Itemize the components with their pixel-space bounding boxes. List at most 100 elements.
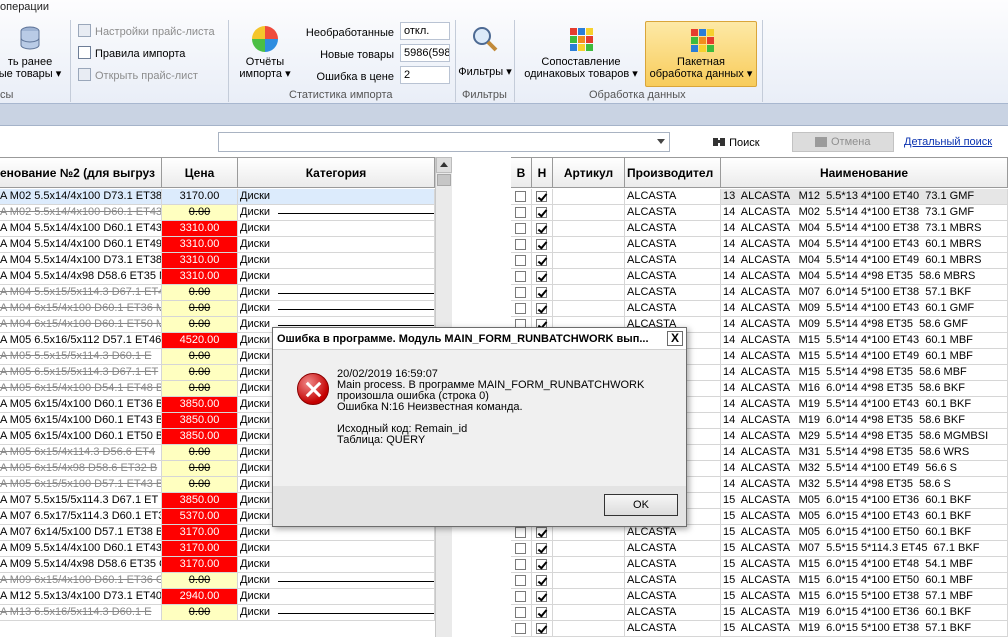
v-checkbox[interactable] [515,607,526,618]
price-cell[interactable]: 3850.00 [162,493,238,509]
product-name-cell[interactable]: 14 ALCASTA M09 5.5*14 4*98 ET35 58.6 GMF [721,317,1008,333]
product-name-cell[interactable]: A M05 5.5x15/5x114.3 D60.1 E [0,349,162,365]
product-name-cell[interactable]: 14 ALCASTA M07 6.0*14 5*100 ET38 57.1 BK… [721,285,1008,301]
product-name-cell[interactable]: A M02 5.5x14/4x100 D73.1 ET38 [0,189,162,205]
n-checkbox[interactable] [536,287,547,298]
manufacturer-cell[interactable]: ALCASTA [625,269,721,285]
v-checkbox[interactable] [515,303,526,314]
table-row[interactable]: ALCASTA 15 ALCASTA M05 6.0*15 4*100 ET50 … [511,525,1008,541]
article-cell[interactable] [553,621,625,637]
category-cell[interactable]: Диски [238,221,435,237]
v-checkbox[interactable] [515,527,526,538]
detailed-search-link[interactable]: Детальный поиск [904,136,992,148]
article-cell[interactable] [553,301,625,317]
v-checkbox[interactable] [515,287,526,298]
import-reports-button[interactable]: Отчёты импорта ▾ [234,24,296,80]
product-name-cell[interactable]: A M02 5.5x14/4x100 D60.1 ET43 [0,205,162,221]
product-name-cell[interactable]: 14 ALCASTA M31 5.5*14 4*98 ET35 58.6 WRS [721,445,1008,461]
compare-goods-button[interactable]: Сопоставление одинаковых товаров ▾ [520,24,642,80]
price-cell[interactable]: 0.00 [162,381,238,397]
price-cell[interactable]: 0.00 [162,445,238,461]
category-cell[interactable]: Диски [238,269,435,285]
product-name-cell[interactable]: 15 ALCASTA M15 6.0*15 5*100 ET38 57.1 MB… [721,589,1008,605]
price-cell[interactable]: 3850.00 [162,397,238,413]
n-checkbox[interactable] [536,191,547,202]
column-header-v[interactable]: В [511,157,532,188]
manufacturer-cell[interactable]: ALCASTA [625,205,721,221]
v-checkbox[interactable] [515,223,526,234]
manufacturer-cell[interactable]: ALCASTA [625,253,721,269]
product-name-cell[interactable]: 14 ALCASTA M16 6.0*14 4*98 ET35 58.6 BKF [721,381,1008,397]
product-name-cell[interactable]: 15 ALCASTA M05 6.0*15 4*100 ET43 60.1 BK… [721,509,1008,525]
n-checkbox[interactable] [536,239,547,250]
price-cell[interactable]: 0.00 [162,205,238,221]
column-header-product-name[interactable]: Наименование [721,157,1008,188]
manufacturer-cell[interactable]: ALCASTA [625,621,721,637]
product-name-cell[interactable]: 14 ALCASTA M19 5.5*14 4*100 ET43 60.1 BK… [721,397,1008,413]
manufacturer-cell[interactable]: ALCASTA [625,557,721,573]
table-row[interactable]: ALCASTA 15 ALCASTA M19 6.0*15 4*100 ET36 … [511,605,1008,621]
category-cell[interactable]: Диски [238,205,435,221]
product-name-cell[interactable]: 15 ALCASTA M19 6.0*15 4*100 ET36 60.1 BK… [721,605,1008,621]
table-row[interactable]: ALCASTA 15 ALCASTA M19 6.0*15 5*100 ET38 … [511,621,1008,637]
table-row[interactable]: ALCASTA 15 ALCASTA M15 6.0*15 4*100 ET48 … [511,557,1008,573]
product-name-cell[interactable]: 15 ALCASTA M05 6.0*15 4*100 ET50 60.1 BK… [721,525,1008,541]
n-checkbox[interactable] [536,255,547,266]
product-name-cell[interactable]: 15 ALCASTA M15 6.0*15 4*100 ET50 60.1 MB… [721,573,1008,589]
price-cell[interactable]: 0.00 [162,573,238,589]
product-name-cell[interactable]: A M07 5.5x15/5x114.3 D67.1 ET [0,493,162,509]
search-button[interactable]: Поиск [712,136,760,149]
product-name-cell[interactable]: A M05 6x15/4x100 D54.1 ET48 B [0,381,162,397]
filters-button[interactable]: Фильтры ▾ [458,24,512,78]
price-cell[interactable]: 5370.00 [162,509,238,525]
product-name-cell[interactable]: 14 ALCASTA M15 5.5*14 4*98 ET35 58.6 MBF [721,365,1008,381]
price-cell[interactable]: 3310.00 [162,269,238,285]
table-row[interactable]: A M04 6x15/4x100 D60.1 ET36 M 0.00 Диски [0,301,435,317]
manufacturer-cell[interactable]: ALCASTA [625,237,721,253]
article-cell[interactable] [553,237,625,253]
table-row[interactable]: A M13 6.5x16/5x114.3 D60.1 E 0.00 Диски [0,605,435,621]
article-cell[interactable] [553,589,625,605]
table-row[interactable]: ALCASTA 14 ALCASTA M02 5.5*14 4*100 ET38 … [511,205,1008,221]
article-cell[interactable] [553,605,625,621]
n-checkbox[interactable] [536,623,547,634]
product-name-cell[interactable]: 15 ALCASTA M05 6.0*15 4*100 ET36 60.1 BK… [721,493,1008,509]
batch-processing-button[interactable]: Пакетная обработка данных ▾ [645,21,757,87]
scroll-up-icon[interactable] [436,157,452,173]
article-cell[interactable] [553,221,625,237]
table-row[interactable]: A M04 5.5x15/5x114.3 D67.1 ET4 0.00 Диски [0,285,435,301]
column-header-manufacturer[interactable]: Производител [625,157,721,188]
column-header-article[interactable]: Артикул [553,157,625,188]
product-name-cell[interactable]: A M04 5.5x14/4x98 D58.6 ET35 M [0,269,162,285]
article-cell[interactable] [553,525,625,541]
price-cell[interactable]: 0.00 [162,477,238,493]
manufacturer-cell[interactable]: ALCASTA [625,573,721,589]
article-cell[interactable] [553,285,625,301]
price-cell[interactable]: 3850.00 [162,413,238,429]
table-row[interactable]: A M04 5.5x14/4x100 D60.1 ET43 3310.00 Диск… [0,221,435,237]
table-row[interactable]: ALCASTA 14 ALCASTA M04 5.5*14 4*100 ET43 … [511,237,1008,253]
product-name-cell[interactable]: A M05 6.5x15/5x114.3 D67.1 ET [0,365,162,381]
category-cell[interactable]: Диски [238,525,435,541]
price-cell[interactable]: 4520.00 [162,333,238,349]
product-name-cell[interactable]: A M12 5.5x13/4x100 D73.1 ET40 [0,589,162,605]
product-name-cell[interactable]: 15 ALCASTA M19 6.0*15 5*100 ET38 57.1 BK… [721,621,1008,637]
price-cell[interactable]: 3170.00 [162,557,238,573]
scroll-thumb[interactable] [437,174,451,186]
price-cell[interactable]: 0.00 [162,301,238,317]
table-row[interactable]: A M09 5.5x14/4x98 D58.6 ET35 G 3170.00 Дис… [0,557,435,573]
table-row[interactable]: A M02 5.5x14/4x100 D60.1 ET43 0.00 Диски [0,205,435,221]
n-checkbox[interactable] [536,527,547,538]
product-name-cell[interactable]: A M05 6x15/4x100 D60.1 ET43 BK [0,413,162,429]
table-row[interactable]: A M02 5.5x14/4x100 D73.1 ET38 3170.00 Диск… [0,189,435,205]
close-icon[interactable]: X [667,331,683,346]
category-cell[interactable]: Диски [238,253,435,269]
v-checkbox[interactable] [515,191,526,202]
article-cell[interactable] [553,573,625,589]
product-name-cell[interactable]: A M09 6x15/4x100 D60.1 ET36 G [0,573,162,589]
table-row[interactable]: ALCASTA 14 ALCASTA M07 6.0*14 5*100 ET38 … [511,285,1008,301]
product-name-cell[interactable]: 14 ALCASTA M32 5.5*14 4*100 ET49 56.6 S [721,461,1008,477]
product-name-cell[interactable]: A M07 6x14/5x100 D57.1 ET38 BK [0,525,162,541]
column-header-category[interactable]: Категория [238,157,435,188]
table-row[interactable]: ALCASTA 14 ALCASTA M04 5.5*14 4*98 ET35 5… [511,269,1008,285]
